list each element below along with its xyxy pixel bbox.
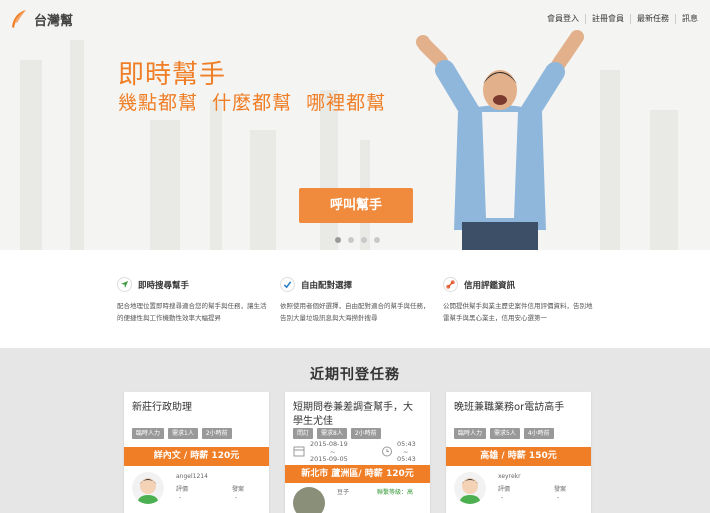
time-to: 05:43 (397, 455, 416, 463)
section-title: 近期刊登任務 (310, 367, 400, 383)
site-header: 台灣幫 會員登入 註冊會員 最新任務 訊息 (0, 0, 710, 40)
nav-register[interactable]: 註冊會員 (585, 14, 630, 24)
task-tags: 臨時人力 需求1人 2小時前 (124, 428, 269, 439)
task-owner: xeyrekr 評價 發案 - - (446, 466, 591, 506)
task-owner: angel1214 評價 發案 - - (124, 466, 269, 506)
alarm-clock-icon (382, 446, 392, 457)
date-from: 2015-08-19 (310, 440, 348, 448)
task-title[interactable]: 晚班兼職業務or電訪高手 (446, 392, 591, 428)
nav-messages[interactable]: 訊息 (675, 14, 704, 24)
post-count-label: 發案 (232, 486, 245, 493)
task-tag: 問訂 (293, 428, 314, 439)
rating-label: 評價 (498, 486, 511, 493)
hero-subtitle: 幾點都幫 什麼都幫 哪裡都幫 (118, 92, 387, 114)
avatar[interactable] (454, 472, 486, 504)
task-tag: 需求5人 (490, 428, 520, 439)
task-pay: 詳內文 / 時薪 120元 (124, 447, 269, 466)
carousel-dot[interactable] (361, 237, 367, 243)
username[interactable]: 豆子 (337, 487, 349, 496)
recent-tasks-section: 近期刊登任務 新莊行政助理 臨時人力 需求1人 2小時前 詳內文 / 時薪 12… (0, 348, 710, 513)
top-nav: 會員登入 註冊會員 最新任務 訊息 (541, 14, 704, 24)
task-tag: 臨時人力 (132, 428, 165, 439)
feature-matching: 自由配對選擇 依照使用者個好選擇，自由配對適合的幫手與任務，告別大量垃圾訊息與大… (280, 277, 440, 324)
rating-label: 評價 (176, 486, 189, 493)
calendar-icon (293, 446, 305, 457)
feature-desc: 公開提供幫手與業主歷史案件信用評價資料，告別地雷幫手與黑心業主，信用安心選第一 (443, 302, 593, 322)
task-schedule: 2015-08-19 ~ 2015-09-05 05:43 ~ 05:43 (285, 439, 430, 465)
link-icon (443, 277, 458, 292)
feature-title: 即時搜尋幫手 (138, 280, 190, 291)
rating-value: - (501, 494, 504, 501)
task-card[interactable]: 短期問卷兼差調查幫手，大學生尤佳 問訂 需求8人 2小時前 2015-08-19… (285, 392, 430, 513)
task-tags: 臨時人力 需求5人 4小時前 (446, 428, 591, 439)
brand-name: 台灣幫 (34, 13, 74, 29)
avatar[interactable] (132, 472, 164, 504)
avatar[interactable] (293, 487, 325, 513)
username[interactable]: angel1214 (176, 473, 208, 480)
task-title[interactable]: 新莊行政助理 (124, 392, 269, 428)
task-tag: 2小時前 (201, 428, 232, 439)
feature-title: 信用評鑑資訊 (464, 280, 516, 291)
task-title[interactable]: 短期問卷兼差調查幫手，大學生尤佳 (285, 392, 430, 428)
carousel-dots (335, 237, 380, 243)
navigation-arrow-icon (117, 277, 132, 292)
feather-logo-icon (12, 10, 26, 28)
post-count-value: - (235, 494, 238, 501)
task-tag: 需求1人 (168, 428, 198, 439)
hero-title: 即時幫手 (118, 60, 227, 90)
username[interactable]: xeyrekr (498, 473, 521, 480)
post-count-label: 發案 (554, 486, 567, 493)
hero-person (416, 30, 584, 250)
task-card[interactable]: 晚班兼職業務or電訪高手 臨時人力 需求5人 4小時前 高雄 / 時薪 150元… (446, 392, 591, 513)
nav-login[interactable]: 會員登入 (541, 14, 585, 24)
time-from: 05:43 (397, 440, 416, 448)
rating-value: - (179, 494, 182, 501)
feature-desc: 依照使用者個好選擇，自由配對適合的幫手與任務，告別大量垃圾訊息與大海撈針搜尋 (280, 302, 430, 322)
features-section: 即時搜尋幫手 配合地理位置即時搜尋適合您的幫手與任務，讓生活的便捷性與工作機動性… (0, 250, 710, 348)
contact-level: 聯繫等級：高 (377, 489, 414, 496)
feature-title: 自由配對選擇 (301, 280, 353, 291)
date-to: 2015-09-05 (310, 455, 348, 463)
post-count-value: - (557, 494, 560, 501)
task-card[interactable]: 新莊行政助理 臨時人力 需求1人 2小時前 詳內文 / 時薪 120元 ange… (124, 392, 269, 513)
task-tag: 需求8人 (317, 428, 347, 439)
task-tag: 臨時人力 (454, 428, 487, 439)
carousel-dot[interactable] (335, 237, 341, 243)
carousel-dot[interactable] (348, 237, 354, 243)
logo[interactable]: 台灣幫 (10, 9, 73, 29)
task-tag: 2小時前 (350, 428, 381, 439)
feature-search: 即時搜尋幫手 配合地理位置即時搜尋適合您的幫手與任務，讓生活的便捷性與工作機動性… (117, 277, 277, 324)
checkmark-icon (280, 277, 295, 292)
task-pay: 新北市 蘆洲區/ 時薪 120元 (285, 465, 430, 483)
carousel-dot[interactable] (374, 237, 380, 243)
task-pay: 高雄 / 時薪 150元 (446, 447, 591, 466)
feature-credit: 信用評鑑資訊 公開提供幫手與業主歷史案件信用評價資料，告別地雷幫手與黑心業主，信… (443, 277, 603, 324)
task-owner: 豆子 聯繫等級：高 (285, 483, 430, 513)
nav-latest-tasks[interactable]: 最新任務 (630, 14, 675, 24)
feature-desc: 配合地理位置即時搜尋適合您的幫手與任務，讓生活的便捷性與工作機動性效率大幅提昇 (117, 302, 267, 322)
call-helper-button[interactable]: 呼叫幫手 (299, 188, 413, 223)
task-tag: 4小時前 (523, 428, 554, 439)
task-tags: 問訂 需求8人 2小時前 (285, 428, 430, 439)
